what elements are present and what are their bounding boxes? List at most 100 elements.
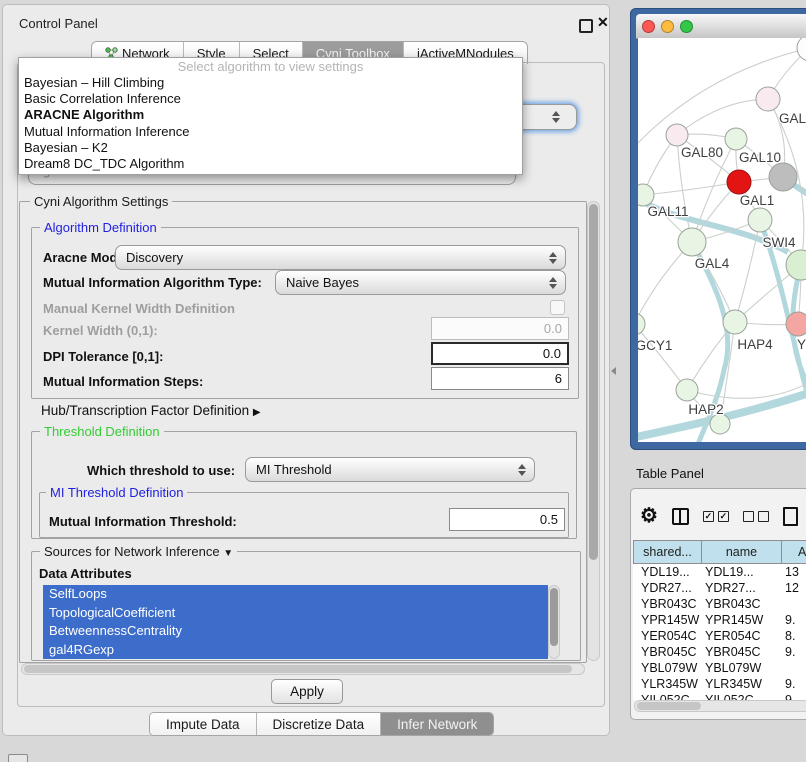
algorithm-option-mutual-information-inference[interactable]: Mutual Information Inference bbox=[19, 124, 522, 140]
sources-group-title[interactable]: Sources for Network Inference ▼ bbox=[40, 544, 237, 559]
mi-steps-field[interactable]: 6 bbox=[431, 367, 569, 390]
settings-hscrollbar-thumb[interactable] bbox=[24, 665, 572, 673]
table-cell[interactable]: YBR043C bbox=[701, 596, 781, 612]
network-node[interactable] bbox=[748, 208, 772, 232]
table-row[interactable]: YBL079WYBL079W bbox=[633, 660, 806, 676]
table-row[interactable]: YBR043CYBR043C bbox=[633, 596, 806, 612]
close-traffic-light[interactable] bbox=[642, 20, 655, 33]
mi-threshold-label: Mutual Information Threshold: bbox=[49, 514, 237, 529]
attribute-item-gal4rgexp[interactable]: gal4RGexp bbox=[43, 641, 548, 660]
bottom-tab-infer-network[interactable]: Infer Network bbox=[381, 713, 493, 735]
which-threshold-value: MI Threshold bbox=[256, 462, 332, 477]
table-row[interactable]: YDR27...YDR27...12 bbox=[633, 580, 806, 596]
algorithm-option-bayesian-hill-climbing[interactable]: Bayesian – Hill Climbing bbox=[19, 75, 522, 91]
table-cell[interactable]: 12 bbox=[781, 580, 806, 596]
table-cell[interactable]: YBR043C bbox=[633, 596, 701, 612]
algorithm-option-dream8-dc-tdc-algorithm[interactable]: Dream8 DC_TDC Algorithm bbox=[19, 156, 522, 172]
attribute-item-betweennesscentrality[interactable]: BetweennessCentrality bbox=[43, 622, 548, 641]
table-cell[interactable] bbox=[781, 596, 806, 612]
network-node[interactable] bbox=[769, 163, 797, 191]
deselect-all-columns-icon[interactable] bbox=[743, 511, 769, 522]
aracne-mode-combobox[interactable]: Discovery bbox=[115, 245, 566, 270]
table-cell[interactable]: YLR345W bbox=[633, 676, 701, 692]
table-cell[interactable]: YER054C bbox=[633, 628, 701, 644]
minimize-traffic-light[interactable] bbox=[661, 20, 674, 33]
network-node[interactable] bbox=[710, 414, 730, 434]
attribute-item-selfloops[interactable]: SelfLoops bbox=[43, 585, 548, 604]
table-cell[interactable]: YPR145W bbox=[701, 612, 781, 628]
zoom-traffic-light[interactable] bbox=[680, 20, 693, 33]
table-cell[interactable]: YDR27... bbox=[701, 580, 781, 596]
table-cell[interactable]: YER054C bbox=[701, 628, 781, 644]
panel-divider-collapse-icon[interactable] bbox=[611, 367, 616, 375]
network-node-hap4[interactable] bbox=[723, 310, 747, 334]
export-table-icon[interactable] bbox=[783, 507, 798, 526]
close-panel-button[interactable]: ✕ bbox=[597, 14, 609, 31]
algorithm-option-aracne-algorithm[interactable]: ARACNE Algorithm bbox=[19, 107, 522, 123]
bottom-tab-discretize-data[interactable]: Discretize Data bbox=[257, 713, 382, 735]
table-row[interactable]: YER054CYER054C8. bbox=[633, 628, 806, 644]
table-cell[interactable]: 9. bbox=[781, 644, 806, 660]
network-edge bbox=[638, 48, 806, 156]
column-header-a[interactable]: A bbox=[781, 540, 806, 564]
table-cell[interactable]: YDL19... bbox=[633, 564, 701, 580]
network-node-label: Y bbox=[797, 337, 806, 352]
table-cell[interactable]: YIL052C bbox=[633, 692, 701, 700]
table-cell[interactable]: YDR27... bbox=[633, 580, 701, 596]
table-cell[interactable]: 9. bbox=[781, 612, 806, 628]
column-header-shared[interactable]: shared... bbox=[633, 540, 701, 564]
show-columns-icon[interactable] bbox=[672, 508, 689, 525]
table-cell[interactable]: YBR045C bbox=[701, 644, 781, 660]
algorithm-option-basic-correlation-inference[interactable]: Basic Correlation Inference bbox=[19, 91, 522, 107]
minimized-panel-icon[interactable] bbox=[8, 754, 28, 762]
column-header-name[interactable]: name bbox=[701, 540, 781, 564]
network-node-gal80[interactable] bbox=[666, 124, 688, 146]
network-node-gal4[interactable] bbox=[678, 228, 706, 256]
table-cell[interactable]: YLR345W bbox=[701, 676, 781, 692]
table-cell[interactable]: 9. bbox=[781, 676, 806, 692]
attributes-scrollbar-thumb[interactable] bbox=[550, 588, 558, 646]
network-node[interactable] bbox=[797, 38, 806, 61]
aracne-mode-value: Discovery bbox=[126, 250, 183, 265]
network-canvas[interactable]: GALGAL80GAL10GAL1GAL11SWI4GAL4GCY1HAP4YH… bbox=[638, 38, 806, 442]
network-node-gcy1[interactable] bbox=[638, 313, 645, 335]
table-row[interactable]: YLR345WYLR345W9. bbox=[633, 676, 806, 692]
settings-vscrollbar-thumb[interactable] bbox=[589, 204, 598, 560]
network-node-gal1[interactable] bbox=[727, 170, 751, 194]
network-node-gal10[interactable] bbox=[725, 128, 747, 150]
table-cell[interactable]: YDL19... bbox=[701, 564, 781, 580]
network-node-label: GAL bbox=[779, 111, 806, 126]
network-window-titlebar bbox=[636, 14, 806, 39]
table-horizontal-scrollbar bbox=[634, 700, 806, 712]
table-row[interactable]: YPR145WYPR145W9. bbox=[633, 612, 806, 628]
network-node-y[interactable] bbox=[786, 312, 806, 336]
table-row[interactable]: YBR045CYBR045C9. bbox=[633, 644, 806, 660]
table-cell[interactable]: YBL079W bbox=[701, 660, 781, 676]
table-cell[interactable]: 13 bbox=[781, 564, 806, 580]
table-cell[interactable] bbox=[781, 660, 806, 676]
mi-algorithm-type-label: Mutual Information Algorithm Type: bbox=[43, 275, 262, 290]
bottom-tab-impute-data[interactable]: Impute Data bbox=[150, 713, 257, 735]
dpi-tolerance-field[interactable]: 0.0 bbox=[431, 342, 569, 365]
table-cell[interactable]: 8. bbox=[781, 628, 806, 644]
mi-algorithm-type-combobox[interactable]: Naive Bayes bbox=[275, 270, 566, 295]
table-cell[interactable]: YBR045C bbox=[633, 644, 701, 660]
table-row[interactable]: YIL052CYIL052C9 bbox=[633, 692, 806, 700]
which-threshold-combobox[interactable]: MI Threshold bbox=[245, 457, 535, 482]
table-hscrollbar-thumb[interactable] bbox=[637, 702, 701, 710]
network-node-gal[interactable] bbox=[756, 87, 780, 111]
apply-button[interactable]: Apply bbox=[271, 679, 343, 704]
gear-icon[interactable]: ⚙ bbox=[640, 506, 658, 526]
network-node-hap2[interactable] bbox=[676, 379, 698, 401]
select-all-columns-icon[interactable]: ✓ ✓ bbox=[703, 511, 729, 522]
attribute-item-topologicalcoefficient[interactable]: TopologicalCoefficient bbox=[43, 604, 548, 623]
table-cell[interactable]: YPR145W bbox=[633, 612, 701, 628]
hub-definition-expander[interactable]: Hub/Transcription Factor Definition ▶ bbox=[41, 403, 261, 418]
algorithm-option-bayesian-k2[interactable]: Bayesian – K2 bbox=[19, 140, 522, 156]
table-cell[interactable]: 9 bbox=[781, 692, 806, 700]
mi-threshold-field[interactable]: 0.5 bbox=[449, 508, 565, 531]
table-cell[interactable]: YIL052C bbox=[701, 692, 781, 700]
table-cell[interactable]: YBL079W bbox=[633, 660, 701, 676]
float-window-button[interactable] bbox=[579, 19, 593, 33]
table-row[interactable]: YDL19...YDL19...13 bbox=[633, 564, 806, 580]
